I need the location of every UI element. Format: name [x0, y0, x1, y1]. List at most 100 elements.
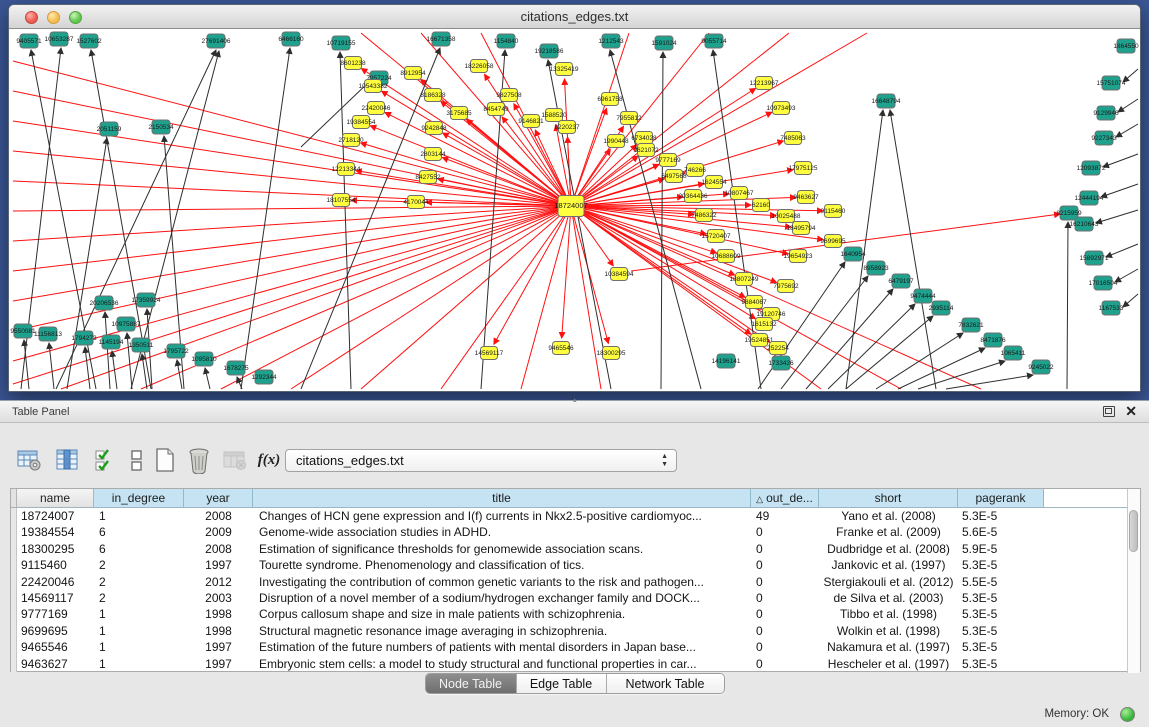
graph-node[interactable]: 10807467: [725, 187, 754, 200]
cell-short[interactable]: de Silva et al. (2003): [819, 590, 958, 606]
graph-node[interactable]: 6961758: [597, 93, 623, 106]
graph-node[interactable]: 14196141: [712, 354, 741, 368]
graph-node[interactable]: 1350511: [129, 338, 154, 352]
cell-in-degree[interactable]: 1: [94, 656, 184, 672]
graph-node[interactable]: 9699695: [820, 235, 846, 248]
graph-node[interactable]: 6479197: [888, 274, 914, 288]
graph-node[interactable]: 1621072: [633, 144, 659, 157]
graph-node[interactable]: 1065411: [1001, 346, 1026, 360]
table-row[interactable]: 946554611997Estimation of the future num…: [11, 639, 1140, 655]
graph-node[interactable]: 2051159: [97, 122, 122, 136]
graph-node[interactable]: 9129946: [1093, 106, 1119, 120]
graph-node[interactable]: 10719155: [327, 36, 356, 50]
graph-node[interactable]: 1292344: [251, 370, 277, 384]
graph-node[interactable]: 6734028: [631, 132, 657, 145]
graph-node[interactable]: 2935114: [929, 301, 954, 315]
cell-short[interactable]: Stergiakouli et al. (2012): [819, 574, 958, 590]
cell-title[interactable]: Genome-wide association studies in ADHD.: [253, 524, 751, 540]
graph-node[interactable]: 7832621: [958, 318, 984, 332]
graph-node[interactable]: 9115460: [821, 205, 846, 218]
cell-year[interactable]: 1998: [184, 623, 253, 639]
graph-node[interactable]: 1794273: [71, 331, 97, 345]
graph-node[interactable]: 1154840: [494, 34, 519, 48]
cell-in-degree[interactable]: 2: [94, 590, 184, 606]
graph-node[interactable]: 1864550: [1113, 39, 1139, 53]
cell-in-degree[interactable]: 1: [94, 508, 184, 524]
minimize-window-button[interactable]: [47, 11, 60, 24]
cell-out-de-[interactable]: 0: [751, 656, 819, 672]
table-select-dropdown[interactable]: citations_edges.txt ▲▼: [285, 449, 677, 472]
cell-name[interactable]: 18724007: [17, 508, 94, 524]
cell-out-de-[interactable]: 0: [751, 590, 819, 606]
table-row[interactable]: 977716911998Corpus callosum shape and si…: [11, 606, 1140, 622]
graph-node[interactable]: 9405571: [16, 34, 42, 48]
column-header-name[interactable]: name: [17, 489, 94, 508]
cell-year[interactable]: 2009: [184, 524, 253, 540]
graph-node[interactable]: 6466160: [278, 32, 304, 46]
graph-node[interactable]: 1640954: [840, 247, 866, 261]
column-header-out-de-[interactable]: △out_de...: [751, 489, 819, 508]
tab-network-table[interactable]: Network Table: [606, 674, 724, 693]
graph-node[interactable]: 8958923: [863, 261, 889, 275]
cell-title[interactable]: Investigating the contribution of common…: [253, 574, 751, 590]
cell-name[interactable]: 19384554: [17, 524, 94, 540]
cell-title[interactable]: Changes of HCN gene expression and I(f) …: [253, 508, 751, 524]
new-table-button[interactable]: [150, 445, 180, 475]
table-row[interactable]: 1456911722003Disruption of a novel membe…: [11, 590, 1140, 606]
graph-node[interactable]: 15751074: [1097, 76, 1126, 90]
cell-name[interactable]: 9777169: [17, 606, 94, 622]
select-all-button[interactable]: [90, 445, 120, 475]
graph-node[interactable]: 8220237: [554, 121, 580, 134]
cell-year[interactable]: 2003: [184, 590, 253, 606]
cell-out-de-[interactable]: 0: [751, 606, 819, 622]
cell-out-de-[interactable]: 0: [751, 557, 819, 573]
graph-node[interactable]: 9827508: [496, 89, 522, 102]
cell-name[interactable]: 9463627: [17, 656, 94, 672]
cell-short[interactable]: Jankovic et al. (1997): [819, 557, 958, 573]
cell-pagerank[interactable]: 5.3E-5: [958, 557, 1044, 573]
cell-year[interactable]: 1997: [184, 656, 253, 672]
cell-in-degree[interactable]: 6: [94, 541, 184, 557]
scrollbar-thumb[interactable]: [1129, 510, 1138, 552]
graph-node[interactable]: 17016504: [1089, 276, 1118, 290]
graph-node[interactable]: 18300295: [597, 347, 626, 360]
cell-pagerank[interactable]: 5.6E-5: [958, 524, 1044, 540]
graph-node[interactable]: 22420046: [362, 102, 391, 115]
table-panel-titlebar[interactable]: ▴ Table Panel ✕: [0, 401, 1149, 423]
graph-node[interactable]: 10975887: [112, 317, 141, 331]
graph-node[interactable]: 12093872: [1077, 161, 1106, 175]
cell-short[interactable]: Wolkin et al. (1998): [819, 623, 958, 639]
cell-pagerank[interactable]: 5.3E-5: [958, 606, 1044, 622]
network-canvas[interactable]: 9405571106532871527602276914066466160107…: [9, 29, 1140, 391]
cell-pagerank[interactable]: 5.3E-5: [958, 639, 1044, 655]
table-row[interactable]: 1938455462009Genome-wide association stu…: [11, 524, 1140, 540]
cell-out-de-[interactable]: 0: [751, 623, 819, 639]
graph-node[interactable]: 10688609: [712, 250, 741, 263]
graph-node[interactable]: 1212543: [598, 34, 624, 48]
cell-short[interactable]: Tibbo et al. (1998): [819, 606, 958, 622]
cell-title[interactable]: Embryonic stem cells: a model to study s…: [253, 656, 751, 672]
graph-node[interactable]: 7485063: [780, 132, 806, 145]
graph-node[interactable]: 2150534: [148, 120, 174, 134]
graph-node[interactable]: 4170044: [403, 196, 429, 209]
graph-node[interactable]: 1678275: [223, 361, 249, 375]
cell-name[interactable]: 9699695: [17, 623, 94, 639]
graph-node[interactable]: 1990448: [603, 135, 629, 148]
graph-node[interactable]: 746266: [684, 164, 706, 177]
graph-node[interactable]: 1167533: [1099, 301, 1124, 315]
cell-year[interactable]: 2008: [184, 541, 253, 557]
column-header-pagerank[interactable]: pagerank: [958, 489, 1044, 508]
graph-node[interactable]: 1591024: [651, 36, 677, 50]
cell-short[interactable]: Yano et al. (2008): [819, 508, 958, 524]
graph-node[interactable]: 9884067: [741, 296, 767, 309]
graph-node[interactable]: 18724007: [554, 196, 587, 217]
cell-name[interactable]: 9115460: [17, 557, 94, 573]
graph-node[interactable]: 18495794: [787, 222, 816, 235]
close-window-button[interactable]: [25, 11, 38, 24]
graph-node[interactable]: 1733426: [768, 356, 794, 370]
table-scrollbar[interactable]: [1127, 489, 1140, 673]
graph-node[interactable]: 9055714: [701, 34, 727, 48]
column-header-year[interactable]: year: [184, 489, 253, 508]
cell-out-de-[interactable]: 0: [751, 574, 819, 590]
cell-short[interactable]: Nakamura et al. (1997): [819, 639, 958, 655]
